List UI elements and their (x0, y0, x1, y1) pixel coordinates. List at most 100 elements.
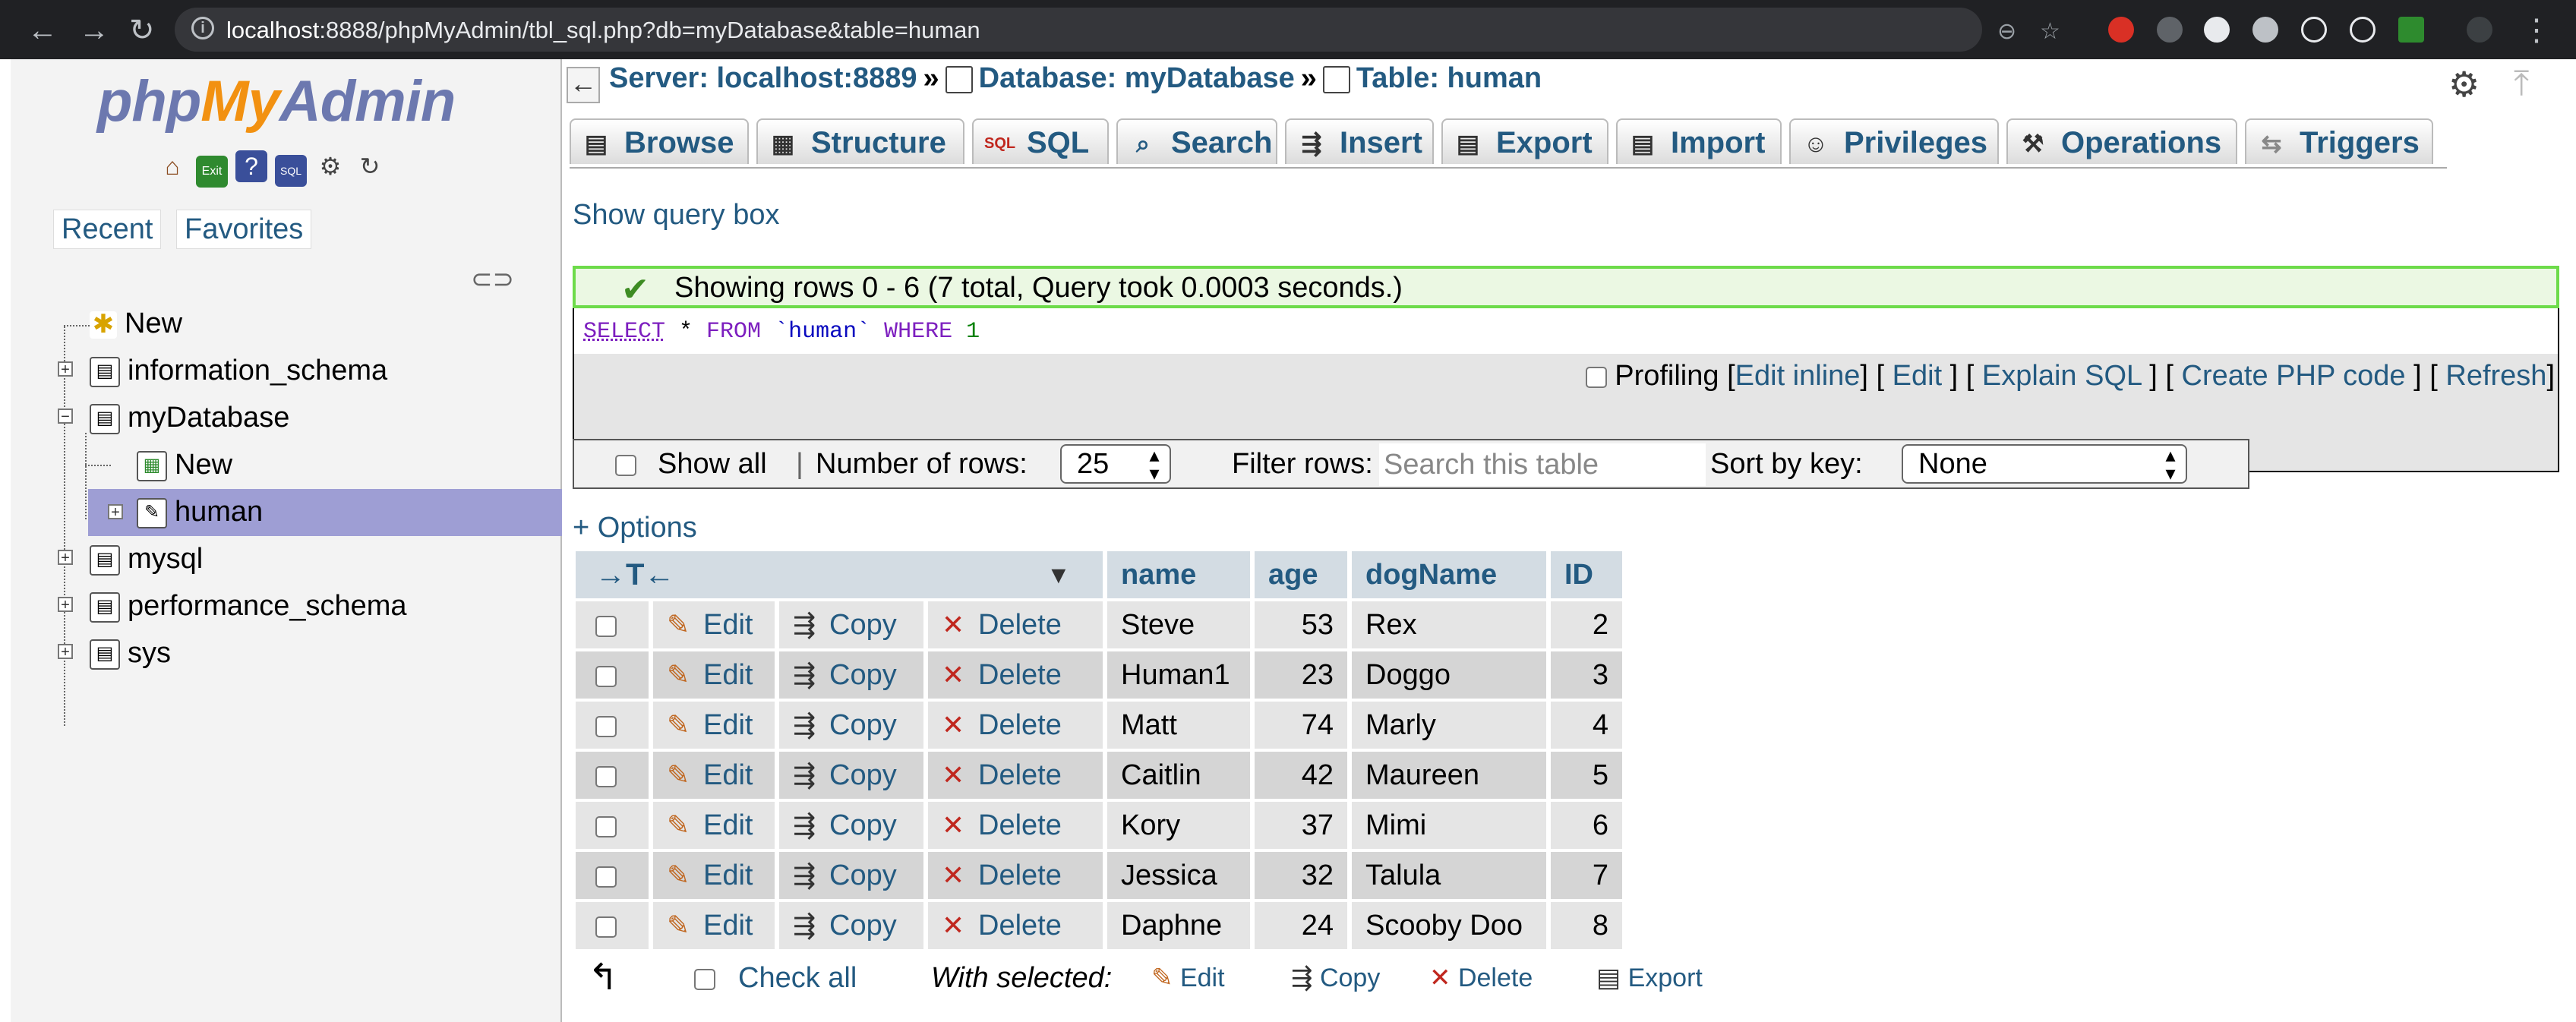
cell-dogname[interactable]: Marly (1352, 702, 1546, 749)
row-checkbox[interactable] (595, 815, 617, 837)
collapse-icon[interactable]: − (58, 408, 73, 424)
row-checkbox[interactable] (595, 916, 617, 938)
column-header-dogname[interactable]: dogName (1352, 551, 1546, 598)
help-icon[interactable]: ? (235, 150, 267, 182)
options-link[interactable]: + Options (573, 512, 697, 544)
row-delete-button[interactable]: ✕ Delete (928, 651, 1103, 699)
favorites-button[interactable]: Favorites (176, 210, 312, 249)
back-icon[interactable]: ← (27, 14, 58, 47)
tree-item-new[interactable]: ✱ New (90, 301, 182, 346)
bulk-delete-button[interactable]: ✕ Delete (1429, 955, 1533, 1001)
edit-link[interactable]: Edit (1893, 360, 1942, 392)
row-checkbox[interactable] (595, 866, 617, 888)
cell-age[interactable]: 32 (1255, 852, 1347, 899)
cell-age[interactable]: 24 (1255, 902, 1347, 949)
cell-age[interactable]: 37 (1255, 802, 1347, 849)
cell-name[interactable]: Jessica (1107, 852, 1250, 899)
cell-id[interactable]: 2 (1551, 601, 1622, 648)
sort-by-key-select[interactable]: None ▴ ▾ (1902, 444, 2187, 484)
check-all-checkbox[interactable] (694, 968, 715, 990)
tree-item-new-table[interactable]: ▦ New (137, 442, 232, 487)
extension-target-icon[interactable] (2350, 17, 2376, 43)
expand-icon[interactable]: + (58, 550, 73, 566)
tree-item-human[interactable]: ✎ human (137, 489, 263, 535)
row-edit-button[interactable]: ✎ Edit (653, 852, 775, 899)
explain-sql-link[interactable]: Explain SQL (1982, 360, 2142, 392)
column-header-age[interactable]: age (1255, 551, 1347, 598)
info-icon[interactable]: i (191, 17, 214, 39)
extension-green-icon[interactable] (2398, 17, 2424, 43)
row-checkbox[interactable] (595, 665, 617, 687)
tab-import[interactable]: ▤ Import (1616, 118, 1782, 164)
url-text[interactable]: localhost:8888/phpMyAdmin/tbl_sql.php?db… (226, 17, 980, 44)
tab-structure[interactable]: ▦ Structure (756, 118, 964, 164)
tree-item-information-schema[interactable]: ▤ information_schema (90, 348, 387, 393)
cell-age[interactable]: 23 (1255, 651, 1347, 699)
tab-browse[interactable]: ▤ Browse (570, 118, 749, 164)
expand-icon[interactable]: + (108, 504, 123, 520)
row-checkbox[interactable] (595, 765, 617, 787)
row-delete-button[interactable]: ✕ Delete (928, 702, 1103, 749)
reload-nav-icon[interactable]: ↻ (354, 150, 386, 182)
breadcrumb-table[interactable]: Table: human (1356, 62, 1542, 94)
row-copy-button[interactable]: ⇶ Copy (779, 802, 923, 849)
row-edit-button[interactable]: ✎ Edit (653, 651, 775, 699)
cell-id[interactable]: 6 (1551, 802, 1622, 849)
cell-id[interactable]: 4 (1551, 702, 1622, 749)
bulk-copy-button[interactable]: ⇶ Copy (1291, 955, 1380, 1001)
expand-icon[interactable]: + (58, 361, 73, 377)
bulk-export-button[interactable]: ▤ Export (1596, 955, 1703, 1001)
extension-record-icon[interactable] (2252, 17, 2278, 43)
tab-export[interactable]: ▤ Export (1441, 118, 1608, 164)
home-icon[interactable]: ⌂ (156, 150, 188, 182)
row-checkbox[interactable] (595, 715, 617, 737)
cell-age[interactable]: 74 (1255, 702, 1347, 749)
row-checkbox[interactable] (595, 615, 617, 637)
column-header-name[interactable]: name (1107, 551, 1250, 598)
dropdown-triangle-icon[interactable]: ▼ (1046, 551, 1071, 598)
reload-icon[interactable]: ↻ (129, 14, 155, 47)
collapse-nav-icon[interactable]: ← (567, 67, 600, 103)
cell-dogname[interactable]: Rex (1352, 601, 1546, 648)
exit-icon[interactable]: Exit (196, 156, 228, 188)
breadcrumb-server[interactable]: Server: localhost:8889 (609, 62, 917, 94)
row-copy-button[interactable]: ⇶ Copy (779, 601, 923, 648)
settings-gear-icon[interactable]: ⚙ (2448, 64, 2480, 105)
cell-name[interactable]: Matt (1107, 702, 1250, 749)
row-copy-button[interactable]: ⇶ Copy (779, 752, 923, 799)
recent-button[interactable]: Recent (53, 210, 162, 249)
breadcrumb-database[interactable]: Database: myDatabase (979, 62, 1295, 94)
address-bar[interactable]: i localhost:8888/phpMyAdmin/tbl_sql.php?… (175, 8, 2060, 52)
bulk-edit-button[interactable]: ✎ Edit (1151, 955, 1225, 1001)
zoom-icon[interactable]: ⊖ (1997, 18, 2016, 45)
row-copy-button[interactable]: ⇶ Copy (779, 902, 923, 949)
cell-dogname[interactable]: Maureen (1352, 752, 1546, 799)
tree-item-mydatabase[interactable]: ▤ myDatabase (90, 395, 289, 440)
extension-react-icon[interactable] (2301, 17, 2327, 43)
tab-privileges[interactable]: ☺ Privileges (1789, 118, 1999, 164)
cell-name[interactable]: Steve (1107, 601, 1250, 648)
cell-name[interactable]: Human1 (1107, 651, 1250, 699)
number-of-rows-select[interactable]: 25 ▴ ▾ (1060, 444, 1171, 484)
cell-id[interactable]: 5 (1551, 752, 1622, 799)
row-edit-button[interactable]: ✎ Edit (653, 702, 775, 749)
profiling-checkbox[interactable] (1585, 366, 1607, 388)
row-delete-button[interactable]: ✕ Delete (928, 802, 1103, 849)
extension-stop-icon[interactable] (2108, 17, 2134, 43)
row-delete-button[interactable]: ✕ Delete (928, 752, 1103, 799)
cell-dogname[interactable]: Mimi (1352, 802, 1546, 849)
cell-name[interactable]: Caitlin (1107, 752, 1250, 799)
tab-sql[interactable]: SQL SQL (972, 118, 1109, 164)
cell-age[interactable]: 42 (1255, 752, 1347, 799)
row-delete-button[interactable]: ✕ Delete (928, 601, 1103, 648)
sql-code[interactable]: SELECT * FROM `human` WHERE 1 (583, 319, 980, 345)
show-query-box-link[interactable]: Show query box (573, 199, 780, 232)
extension-recycle-icon[interactable] (2157, 17, 2183, 43)
row-edit-button[interactable]: ✎ Edit (653, 752, 775, 799)
cell-id[interactable]: 7 (1551, 852, 1622, 899)
row-copy-button[interactable]: ⇶ Copy (779, 702, 923, 749)
cell-name[interactable]: Daphne (1107, 902, 1250, 949)
forward-icon[interactable]: → (79, 14, 109, 47)
link-icon[interactable]: ⊂⊃ (471, 264, 514, 295)
row-copy-button[interactable]: ⇶ Copy (779, 651, 923, 699)
